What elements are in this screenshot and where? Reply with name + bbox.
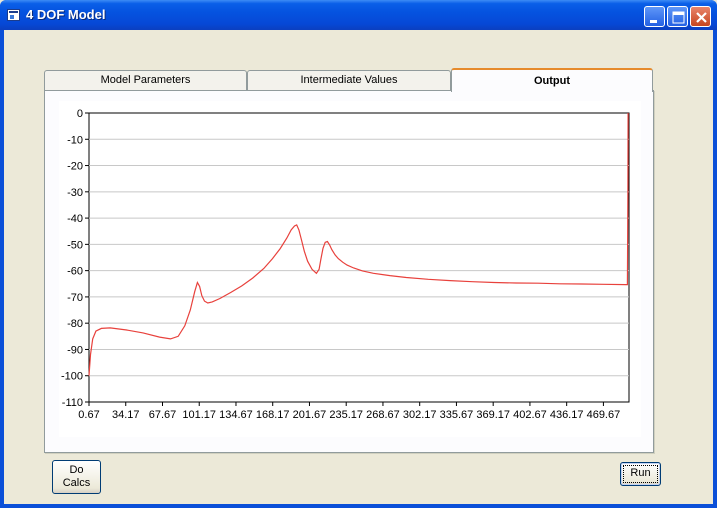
tab-label: Intermediate Values [300, 74, 398, 86]
plot-area [88, 112, 630, 403]
x-tick-label: 201.67 [293, 409, 327, 421]
tab-intermediate-values[interactable]: Intermediate Values [247, 70, 451, 91]
output-tab-panel: 0 -10 -20 -30 -40 -50 -60 -70 -80 -90 -100 -110 0.67… [44, 90, 654, 453]
minimize-icon [650, 20, 657, 23]
y-tick-label: -90 [67, 344, 83, 356]
y-tick-label: -60 [67, 266, 83, 278]
tab-output[interactable]: Output [451, 68, 653, 92]
x-tick-label: 235.17 [329, 409, 363, 421]
window-border-bottom [0, 504, 717, 508]
y-tick-label: -70 [67, 292, 83, 304]
y-tick-label: 0 [77, 108, 83, 120]
do-calcs-label-line1: Do [69, 464, 84, 476]
y-tick-label: -110 [62, 397, 83, 409]
maximize-button[interactable] [667, 6, 688, 27]
x-tick-label: 67.67 [149, 409, 177, 421]
y-tick-label: -40 [67, 213, 83, 225]
tab-label: Output [533, 75, 571, 87]
window-app-icon[interactable] [7, 9, 20, 21]
window-client-area: Model Parameters Intermediate Values Out… [4, 30, 713, 504]
x-tick-label: 134.67 [219, 409, 253, 421]
window-border-left [0, 30, 4, 508]
run-button[interactable]: Run [620, 462, 661, 486]
y-tick-label: -10 [67, 134, 83, 146]
y-tick-label: -50 [67, 239, 83, 251]
x-tick-label: 436.17 [550, 409, 584, 421]
x-tick-label: 402.67 [513, 409, 547, 421]
y-tick-label: -80 [67, 318, 83, 330]
x-tick-label: 0.67 [78, 409, 99, 421]
x-tick-label: 302.17 [403, 409, 437, 421]
y-tick-label: -20 [67, 161, 83, 173]
x-tick-label: 168.17 [256, 409, 290, 421]
window-border-right [713, 30, 717, 508]
x-tick-label: 34.17 [112, 409, 140, 421]
tab-model-parameters[interactable]: Model Parameters [44, 70, 247, 91]
do-calcs-label-line2: Calcs [62, 477, 91, 489]
minimize-button[interactable] [644, 6, 665, 27]
y-tick-label: -30 [67, 187, 83, 199]
x-tick-label: 335.67 [440, 409, 474, 421]
x-tick-label: 268.67 [366, 409, 400, 421]
x-tick-label: 101.17 [182, 409, 216, 421]
tab-strip: Model Parameters Intermediate Values Out… [44, 68, 654, 92]
close-icon [696, 12, 707, 23]
output-chart: 0 -10 -20 -30 -40 -50 -60 -70 -80 -90 -100 -110 0.67… [59, 101, 641, 437]
tab-label: Model Parameters [100, 74, 191, 86]
y-tick-label: -100 [61, 371, 83, 383]
app-window: 4 DOF Model Model Parameters Intermediat… [0, 0, 717, 508]
close-button[interactable] [690, 6, 711, 27]
maximize-icon [672, 11, 685, 24]
chart-svg: 0 -10 -20 -30 -40 -50 -60 -70 -80 -90 -100 -1100.67… [61, 108, 630, 421]
title-bar[interactable]: 4 DOF Model [0, 0, 717, 30]
window-title: 4 DOF Model [26, 7, 106, 22]
x-tick-label: 369.17 [476, 409, 510, 421]
x-tick-label: 469.67 [587, 409, 621, 421]
do-calcs-button[interactable]: Do Calcs [52, 460, 101, 494]
